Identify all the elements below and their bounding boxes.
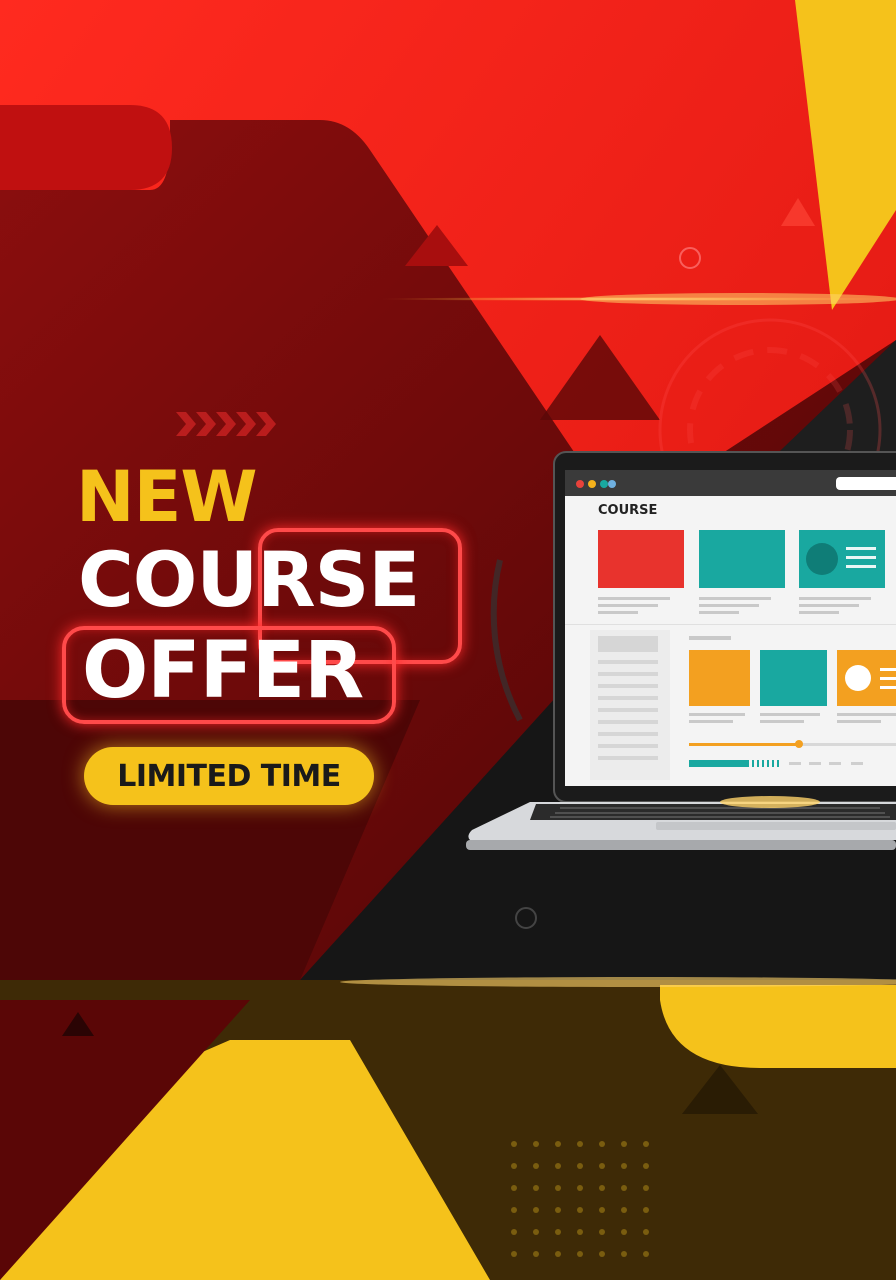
window-minimize-dot bbox=[588, 480, 596, 488]
course-card-red bbox=[598, 530, 684, 588]
screen-course-title: COURSE bbox=[598, 503, 658, 518]
laptop-illustration bbox=[466, 451, 896, 850]
limited-time-label: LIMITED TIME bbox=[117, 758, 341, 794]
course-card-teal bbox=[699, 530, 785, 588]
course-card-teal-3 bbox=[760, 650, 827, 706]
limited-time-badge: LIMITED TIME bbox=[84, 747, 374, 805]
course-offer-poster: COURSE NEW COURSE OFFER LIMITED TIME bbox=[0, 0, 896, 1280]
window-close-dot bbox=[576, 480, 584, 488]
progress-bar bbox=[689, 760, 749, 767]
slider-handle bbox=[795, 740, 803, 748]
course-card-orange bbox=[689, 650, 750, 706]
window-maximize-dot bbox=[600, 480, 608, 488]
progress-slider-fill bbox=[689, 743, 799, 746]
